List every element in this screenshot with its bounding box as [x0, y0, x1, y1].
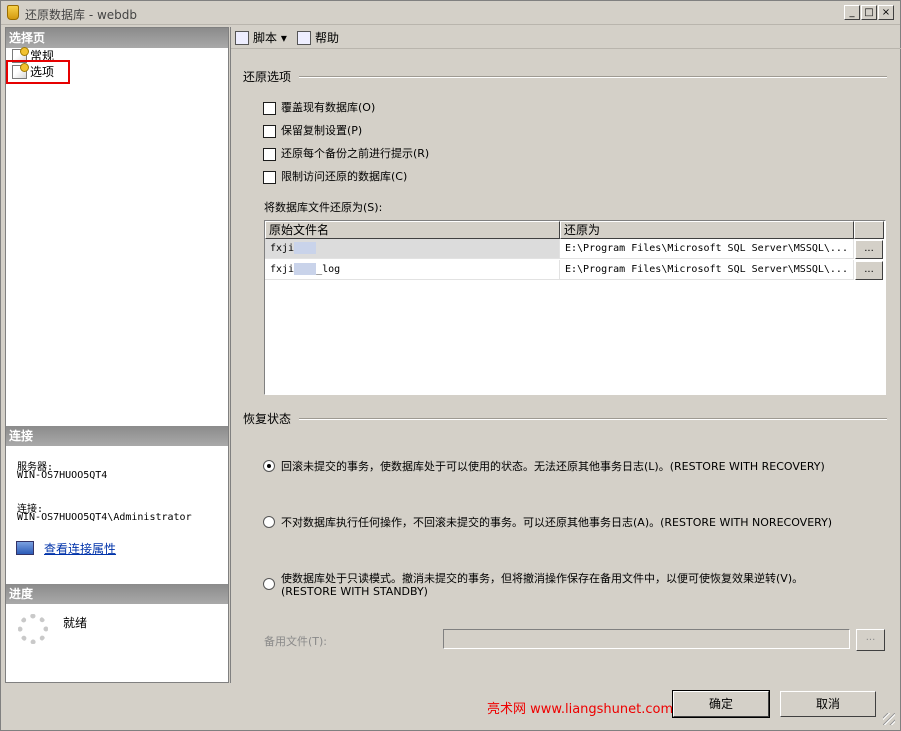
window-title: 还原数据库 - webdb [25, 8, 138, 22]
help-button[interactable]: 帮助 [297, 30, 339, 46]
column-header-browse [854, 221, 884, 239]
checkbox-label: 限制访问还原的数据库(C) [281, 170, 408, 183]
browse-button[interactable]: ... [855, 240, 883, 259]
checkbox-label: 覆盖现有数据库(O) [281, 101, 376, 114]
radio-label-line2: (RESTORE WITH STANDBY) [281, 585, 428, 598]
file-restore-grid: 原始文件名 还原为 fxji E:\Program Files\Microsof… [264, 220, 886, 395]
help-icon [297, 31, 311, 45]
watermark-text: 亮术网 www.liangshunet.com [487, 702, 674, 717]
cancel-button[interactable]: 取消 [780, 691, 876, 717]
browse-button[interactable]: ... [855, 261, 883, 280]
nav-item-options[interactable]: 选项 [6, 60, 70, 84]
restrict-access-checkbox[interactable]: 限制访问还原的数据库(C) [263, 170, 407, 186]
redacted-block [294, 263, 317, 275]
title-bar: 还原数据库 - webdb _ □ × [1, 1, 900, 25]
radio-label: 不对数据库执行任何操作，不回滚未提交的事务。可以还原其他事务日志(A)。(RES… [281, 516, 833, 529]
script-icon [235, 31, 249, 45]
overwrite-database-checkbox[interactable]: 覆盖现有数据库(O) [263, 101, 375, 117]
restore-database-window: 还原数据库 - webdb _ □ × 选择页 常规 选项 连接 服务器: WI… [0, 0, 901, 731]
connection-header: 连接 [6, 426, 228, 446]
help-label: 帮助 [315, 31, 340, 45]
column-header-original[interactable]: 原始文件名 [265, 221, 560, 239]
keep-replication-checkbox[interactable]: 保留复制设置(P) [263, 124, 362, 140]
nav-item-label: 常规 [30, 49, 55, 63]
checkbox-label: 还原每个备份之前进行提示(R) [281, 147, 430, 160]
table-row-original[interactable]: fxji [265, 239, 560, 259]
radio-button[interactable] [263, 460, 275, 472]
standby-browse-button[interactable]: ... [856, 629, 885, 651]
right-panel: 脚本 ▾ 帮助 还原选项 覆盖现有数据库(O) 保留复制设置(P) 还原每个备份… [230, 27, 901, 683]
radio-button[interactable] [263, 578, 275, 590]
toolbar: 脚本 ▾ 帮助 [231, 27, 901, 49]
restore-with-standby-radio[interactable]: 使数据库处于只读模式。撤消未提交的事务，但将撤消操作保存在备用文件中，以便可使恢… [263, 572, 883, 598]
connection-value: WIN-OS7HUOO5QT4\Administrator [17, 512, 192, 523]
table-row-original[interactable]: fxji _log [265, 260, 560, 280]
select-page-header: 选择页 [6, 28, 228, 48]
left-panel: 选择页 常规 选项 连接 服务器: WIN-OS7HUOO5QT4 连接: WI… [5, 27, 229, 683]
radio-label: 回滚未提交的事务，使数据库处于可以使用的状态。无法还原其他事务日志(L)。(RE… [281, 460, 825, 473]
checkbox-box[interactable] [263, 102, 276, 115]
radio-button[interactable] [263, 516, 275, 528]
group-divider [299, 418, 887, 420]
column-header-restore-as[interactable]: 还原为 [560, 221, 854, 239]
progress-header: 进度 [6, 584, 228, 604]
checkbox-box[interactable] [263, 171, 276, 184]
view-connection-properties-link[interactable]: 查看连接属性 [44, 540, 116, 557]
recovery-state-title: 恢复状态 [243, 412, 292, 426]
standby-file-label: 备用文件(T): [264, 635, 328, 648]
database-icon [7, 5, 19, 20]
radio-label: 使数据库处于只读模式。撤消未提交的事务，但将撤消操作保存在备用文件中，以便可使恢… [281, 572, 804, 585]
table-row-restore-as[interactable]: E:\Program Files\Microsoft SQL Server\MS… [560, 239, 854, 259]
prompt-before-restore-checkbox[interactable]: 还原每个备份之前进行提示(R) [263, 147, 429, 163]
restore-with-recovery-radio[interactable]: 回滚未提交的事务，使数据库处于可以使用的状态。无法还原其他事务日志(L)。(RE… [263, 460, 883, 473]
restore-with-norecovery-radio[interactable]: 不对数据库执行任何操作，不回滚未提交的事务。可以还原其他事务日志(A)。(RES… [263, 516, 883, 529]
checkbox-box[interactable] [263, 125, 276, 138]
chevron-down-icon[interactable]: ▾ [281, 31, 287, 45]
restore-options-title: 还原选项 [243, 70, 292, 84]
resize-grip-icon[interactable] [883, 713, 895, 725]
page-icon [12, 63, 29, 79]
checkbox-box[interactable] [263, 148, 276, 161]
file-restore-label: 将数据库文件还原为(S): [264, 201, 383, 214]
progress-status: 就绪 [63, 616, 88, 630]
maximize-button[interactable]: □ [861, 5, 877, 20]
script-button[interactable]: 脚本 ▾ [235, 30, 287, 46]
page-icon [12, 47, 29, 63]
close-button[interactable]: × [878, 5, 894, 20]
minimize-button[interactable]: _ [844, 5, 860, 20]
script-label: 脚本 [253, 31, 278, 45]
table-row-restore-as[interactable]: E:\Program Files\Microsoft SQL Server\MS… [560, 260, 854, 280]
redacted-block [294, 242, 317, 254]
server-value: WIN-OS7HUOO5QT4 [17, 470, 108, 481]
standby-file-input[interactable] [443, 629, 850, 649]
connection-properties-icon [16, 541, 34, 555]
ok-button[interactable]: 确定 [672, 690, 770, 718]
group-divider [299, 76, 887, 78]
checkbox-label: 保留复制设置(P) [281, 124, 363, 137]
nav-item-label: 选项 [30, 65, 55, 79]
progress-spinner-icon [18, 614, 48, 644]
